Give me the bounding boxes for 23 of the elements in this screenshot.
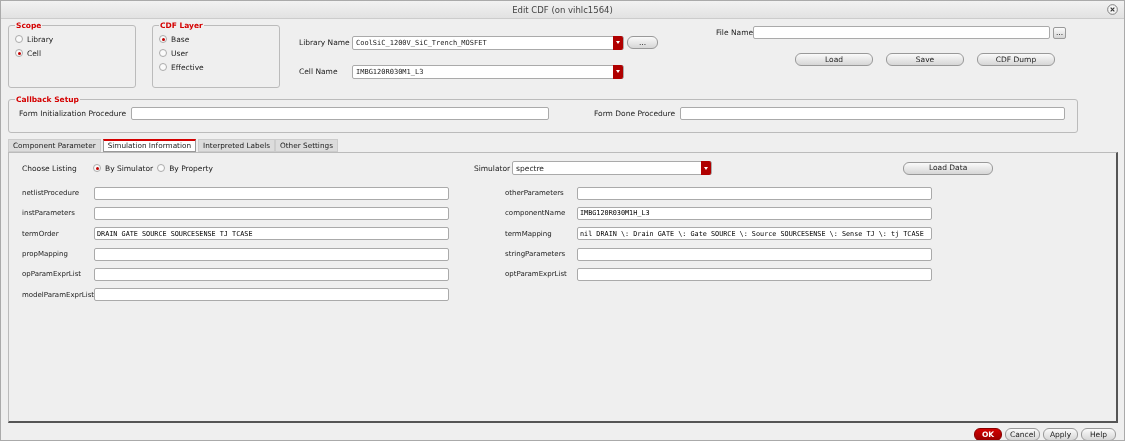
radio-button[interactable] <box>159 35 167 43</box>
parameter-field[interactable] <box>577 247 932 261</box>
radio-button[interactable] <box>157 164 166 172</box>
parameter-field[interactable] <box>577 186 932 200</box>
radio-button[interactable] <box>15 49 23 57</box>
dropdown-icon[interactable] <box>701 161 712 175</box>
close-icon[interactable] <box>1107 4 1118 15</box>
parameter-field[interactable] <box>94 206 449 220</box>
parameter-field[interactable] <box>94 186 449 200</box>
procedure-field[interactable] <box>131 107 550 120</box>
radio-button[interactable] <box>159 49 167 57</box>
radio-button[interactable] <box>15 35 23 43</box>
dropdown-icon[interactable] <box>613 64 623 79</box>
parameter-field[interactable] <box>94 267 449 281</box>
parameter-field[interactable] <box>94 247 449 261</box>
parameter-field[interactable] <box>577 267 932 281</box>
radio-button[interactable] <box>159 63 167 71</box>
radio-button[interactable] <box>93 164 101 172</box>
dropdown-icon[interactable] <box>613 35 623 50</box>
file-name-field[interactable] <box>753 26 1050 39</box>
parameter-field[interactable] <box>94 288 449 302</box>
procedure-field[interactable] <box>680 107 1066 120</box>
window-title: Edit CDF (on vihlc1564) <box>512 4 613 15</box>
